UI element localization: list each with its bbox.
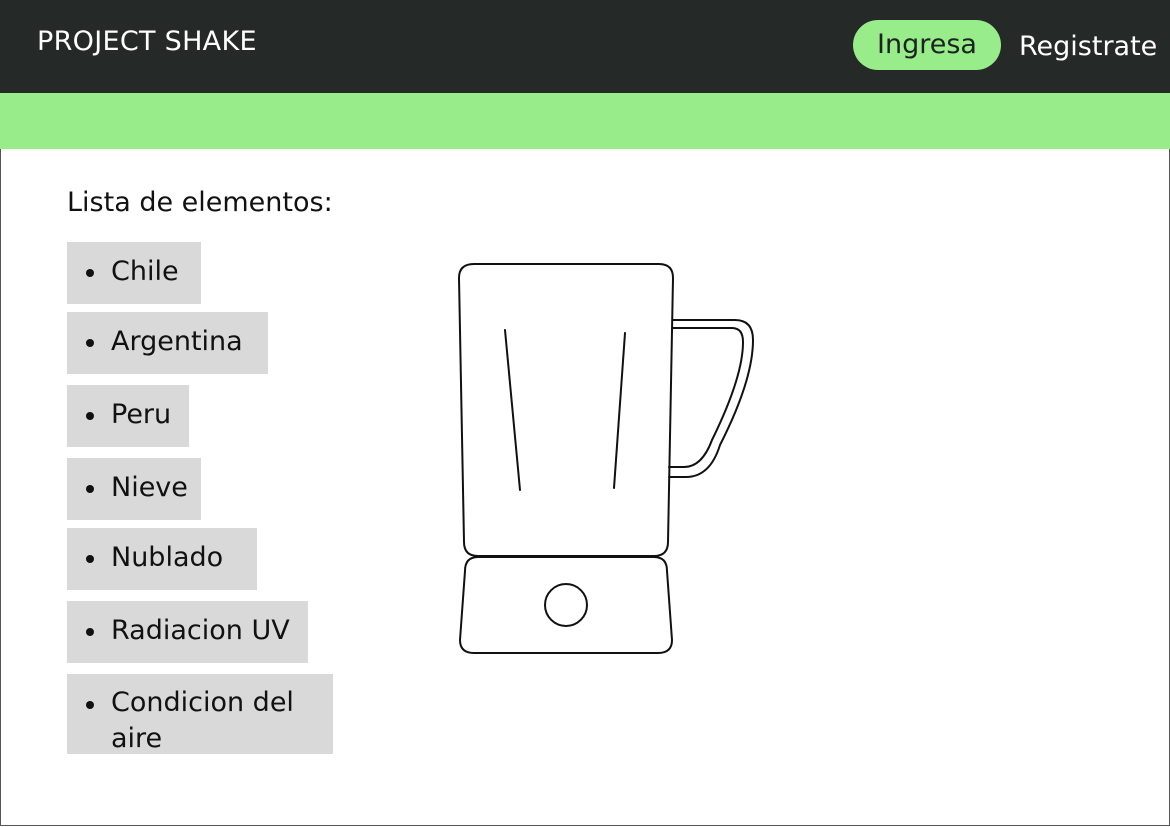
list-item-argentina[interactable]: Argentina (67, 312, 268, 374)
register-link[interactable]: Registrate (1019, 29, 1157, 65)
login-button[interactable]: Ingresa (853, 20, 1001, 70)
list-item-chile[interactable]: Chile (67, 242, 201, 304)
top-navbar: PROJECT SHAKE Ingresa Registrate (0, 0, 1170, 93)
brand-title: PROJECT SHAKE (37, 26, 257, 57)
list-item-condicion-del-aire[interactable]: Condicion del aire (67, 674, 333, 754)
blender-icon (458, 263, 754, 654)
list-item-nublado[interactable]: Nublado (67, 528, 257, 590)
list-title: Lista de elementos: (67, 187, 333, 218)
accent-banner (0, 93, 1170, 149)
list-item-peru[interactable]: Peru (67, 385, 189, 447)
list-item-radiacion-uv[interactable]: Radiacion UV (67, 601, 308, 663)
list-item-nieve[interactable]: Nieve (67, 458, 201, 520)
